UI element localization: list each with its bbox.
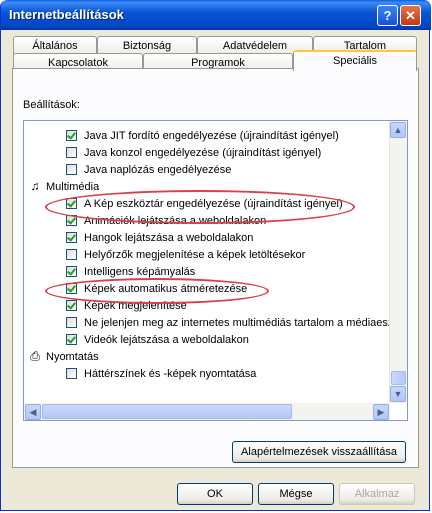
window-title: Internetbeállítások [9, 7, 124, 22]
checkbox[interactable] [66, 215, 77, 226]
list-item[interactable]: Java naplózás engedélyezése [66, 162, 231, 178]
printer-icon: ⎙ [30, 349, 40, 363]
list-item[interactable]: Háttérszínek és -képek nyomtatása [66, 366, 256, 382]
list-item-label: Java konzol engedélyezése (újraindítást … [84, 147, 322, 159]
list-item[interactable]: Helyőrzők megjelenítése a képek letöltés… [66, 247, 305, 263]
category-label: Nyomtatás [46, 351, 99, 363]
list-item-label: Képek automatikus átméretezése [84, 283, 248, 295]
scroll-right-button[interactable]: ▶ [373, 404, 389, 420]
ok-button[interactable]: OK [177, 483, 253, 505]
list-item-label: Java JIT fordító engedélyezése (újraindí… [84, 130, 339, 142]
list-item[interactable]: Ne jelenjen meg az internetes multimédiá… [66, 315, 396, 331]
list-item[interactable]: Képek megjelenítése [66, 298, 187, 314]
horizontal-scroll-thumb[interactable] [42, 404, 292, 419]
list-item-label: Animációk lejátszása a weboldalakon [84, 215, 267, 227]
cancel-button[interactable]: Mégse [258, 483, 334, 505]
list-item[interactable]: Videók lejátszása a weboldalakon [66, 332, 249, 348]
list-item[interactable]: Képek automatikus átméretezése [66, 281, 247, 297]
list-item-label: Háttérszínek és -képek nyomtatása [84, 368, 257, 380]
category-row: ⎙ Nyomtatás [28, 349, 99, 365]
category-label: Multimédia [46, 181, 100, 193]
help-button[interactable]: ? [377, 5, 398, 26]
horizontal-scrollbar[interactable]: ◀ ▶ [24, 403, 390, 420]
checkbox[interactable] [66, 147, 77, 158]
tab-specialis[interactable]: Speciális [293, 50, 417, 71]
list-item[interactable]: Java konzol engedélyezése (újraindítást … [66, 145, 321, 161]
scroll-down-button[interactable]: ▼ [390, 386, 406, 402]
vertical-scroll-thumb[interactable] [391, 371, 406, 385]
list-item-label: Hangok lejátszása a weboldalakon [84, 232, 254, 244]
checkbox[interactable] [66, 130, 77, 141]
checkbox[interactable] [66, 232, 77, 243]
settings-list[interactable]: Java JIT fordító engedélyezése (újraindí… [23, 120, 408, 421]
list-item-label: Helyőrzők megjelenítése a képek letöltés… [84, 249, 306, 261]
checkbox[interactable] [66, 317, 77, 328]
multimedia-icon: ♫ [30, 179, 40, 193]
apply-button[interactable]: Alkalmaz [339, 483, 415, 505]
list-item-label: Intelligens képámyalás [84, 266, 196, 278]
title-bar: Internetbeállítások ? ✕ [1, 0, 431, 30]
list-item-label: Java naplózás engedélyezése [84, 164, 232, 176]
category-row: ♫ Multimédia [28, 179, 100, 195]
checkbox[interactable] [66, 300, 77, 311]
list-item[interactable]: Java JIT fordító engedélyezése (újraindí… [66, 128, 339, 144]
restore-defaults-button[interactable]: Alapértelmezések visszaállítása [232, 441, 406, 463]
scroll-left-button[interactable]: ◀ [25, 404, 41, 420]
list-item-label: Ne jelenjen meg az internetes multimédiá… [84, 317, 396, 329]
checkbox[interactable] [66, 283, 77, 294]
scroll-up-button[interactable]: ▲ [390, 122, 406, 138]
list-item-label: Videók lejátszása a weboldalakon [84, 334, 249, 346]
settings-label: Beállítások: [23, 99, 80, 111]
list-item[interactable]: Hangok lejátszása a weboldalakon [66, 230, 253, 246]
close-button[interactable]: ✕ [400, 5, 421, 26]
internet-options-dialog: Internetbeállítások ? ✕ Általános Bizton… [0, 0, 431, 511]
checkbox[interactable] [66, 249, 77, 260]
checkbox[interactable] [66, 164, 77, 175]
list-item[interactable]: Animációk lejátszása a weboldalakon [66, 213, 266, 229]
checkbox[interactable] [66, 334, 77, 345]
list-item[interactable]: A Kép eszköztár engedélyezése (újraindít… [66, 196, 343, 212]
checkbox[interactable] [66, 198, 77, 209]
list-item-label: Képek megjelenítése [84, 300, 187, 312]
vertical-scrollbar[interactable]: ▲ ▼ [389, 121, 407, 403]
checkbox[interactable] [66, 266, 77, 277]
list-item[interactable]: Intelligens képámyalás [66, 264, 195, 280]
checkbox[interactable] [66, 368, 77, 379]
list-item-label: A Kép eszköztár engedélyezése (újraindít… [84, 198, 343, 210]
